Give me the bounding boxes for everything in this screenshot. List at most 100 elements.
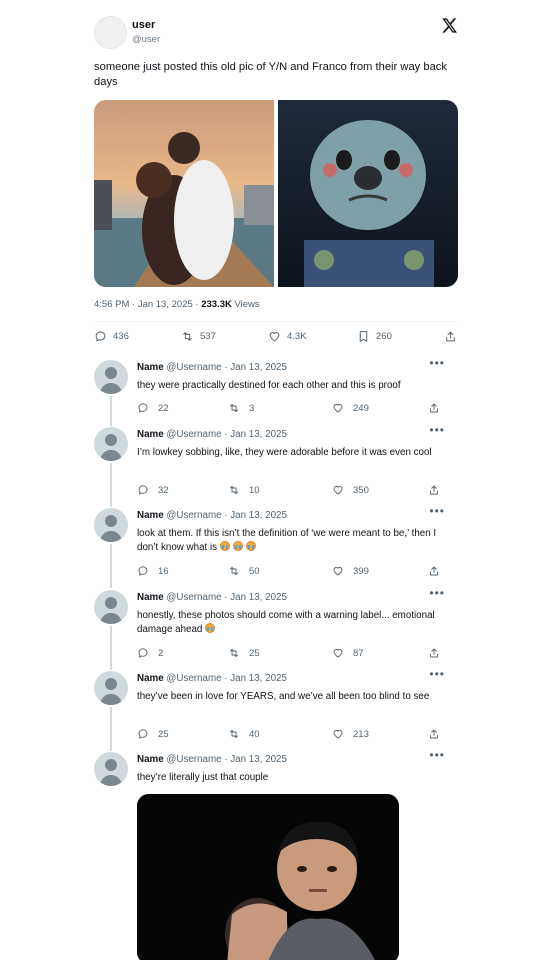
- more-icon[interactable]: •••: [429, 356, 445, 370]
- toy-photo[interactable]: [278, 100, 458, 287]
- reply-meta: @Username · Jan 13, 2025: [166, 429, 287, 440]
- like-button[interactable]: 4.3K: [268, 330, 307, 343]
- crying-face-emoji: [233, 541, 244, 551]
- reply-button[interactable]: 25: [137, 728, 169, 740]
- repost-icon: [230, 404, 238, 412]
- avatar[interactable]: [94, 752, 128, 786]
- reply-count: 436: [113, 331, 129, 342]
- reply-icon: [138, 729, 148, 739]
- repost-button[interactable]: 10: [228, 484, 260, 496]
- reply-actions: 32 10 350: [137, 484, 442, 498]
- reply-button[interactable]: 22: [137, 402, 169, 414]
- share-button[interactable]: [428, 565, 449, 577]
- bookmark-count: 260: [376, 331, 392, 342]
- more-icon[interactable]: •••: [429, 586, 445, 600]
- like-count: 87: [353, 647, 364, 659]
- repost-count: 25: [249, 647, 260, 659]
- reply-item[interactable]: Name @Username · Jan 13, 2025 ••• they’v…: [94, 667, 460, 751]
- more-icon[interactable]: •••: [429, 667, 445, 681]
- reply-text-wrap: honestly, these photos should come with …: [137, 609, 442, 637]
- post-timestamp[interactable]: 4:56 PM · Jan 13, 2025 ·: [94, 299, 201, 310]
- more-icon[interactable]: •••: [429, 748, 445, 762]
- reply-item[interactable]: Name @Username · Jan 13, 2025 ••• they’r…: [94, 748, 460, 792]
- reply-header: Name @Username · Jan 13, 2025: [137, 754, 287, 765]
- share-button[interactable]: [428, 647, 449, 659]
- author-name[interactable]: user: [132, 19, 155, 31]
- reply-text: they’ve been in love for YEARS, and we’v…: [137, 691, 430, 702]
- bookmark-button[interactable]: 260: [357, 330, 392, 343]
- post-meta: 4:56 PM · Jan 13, 2025 · 233.3K Views: [94, 299, 260, 310]
- like-button[interactable]: 87: [332, 647, 364, 659]
- share-icon: [430, 485, 438, 495]
- reply-text: look at them. If this isn’t the definiti…: [137, 528, 437, 553]
- reply-media[interactable]: [137, 794, 399, 960]
- reply-count: 32: [158, 484, 169, 496]
- repost-button[interactable]: 25: [228, 647, 260, 659]
- share-button[interactable]: [428, 484, 449, 496]
- reply-item[interactable]: Name @Username · Jan 13, 2025 ••• look a…: [94, 504, 460, 588]
- repost-button[interactable]: 50: [228, 565, 260, 577]
- thread-line: [110, 626, 112, 670]
- reply-name[interactable]: Name: [137, 362, 164, 373]
- repost-button[interactable]: 3: [228, 402, 254, 414]
- heart-icon: [333, 566, 343, 576]
- like-button[interactable]: 399: [332, 565, 369, 577]
- repost-count: 3: [249, 402, 255, 414]
- avatar[interactable]: [94, 590, 128, 624]
- avatar[interactable]: [94, 508, 128, 542]
- avatar[interactable]: [94, 360, 128, 394]
- like-button[interactable]: 350: [332, 484, 369, 496]
- repost-icon: [230, 486, 238, 494]
- avatar[interactable]: [94, 427, 128, 461]
- author-avatar[interactable]: [94, 16, 127, 49]
- reply-name[interactable]: Name: [137, 429, 164, 440]
- thread-line: [110, 396, 112, 426]
- reply-meta: @Username · Jan 13, 2025: [166, 362, 287, 373]
- views-label: Views: [231, 299, 260, 310]
- reply-button[interactable]: 2: [137, 647, 163, 659]
- repost-count: 50: [249, 565, 260, 577]
- reply-button[interactable]: 16: [137, 565, 169, 577]
- reply-actions: 16 50 399: [137, 565, 442, 579]
- reply-name[interactable]: Name: [137, 754, 164, 765]
- share-button[interactable]: [444, 330, 463, 343]
- like-count: 249: [353, 402, 369, 414]
- reply-header: Name @Username · Jan 13, 2025: [137, 673, 287, 684]
- repost-icon: [230, 567, 238, 575]
- reply-header: Name @Username · Jan 13, 2025: [137, 510, 287, 521]
- heart-icon: [333, 485, 343, 495]
- avatar[interactable]: [94, 671, 128, 705]
- reply-count: 16: [158, 565, 169, 577]
- reply-text: they’re literally just that couple: [137, 772, 269, 783]
- more-icon[interactable]: •••: [429, 504, 445, 518]
- share-button[interactable]: [428, 728, 449, 740]
- reply-header: Name @Username · Jan 13, 2025: [137, 592, 287, 603]
- reply-button[interactable]: 32: [137, 484, 169, 496]
- like-count: 4.3K: [287, 331, 307, 342]
- share-icon: [430, 566, 438, 576]
- heart-icon: [333, 729, 343, 739]
- reply-button[interactable]: 436: [94, 330, 129, 343]
- reply-name[interactable]: Name: [137, 673, 164, 684]
- like-button[interactable]: 249: [332, 402, 369, 414]
- post-media[interactable]: [94, 100, 458, 287]
- repost-icon: [230, 730, 238, 738]
- repost-button[interactable]: 40: [228, 728, 260, 740]
- reply-header: Name @Username · Jan 13, 2025: [137, 362, 287, 373]
- reply-icon: [138, 648, 148, 658]
- reply-actions: 25 40 213: [137, 728, 442, 742]
- author-handle[interactable]: @user: [132, 34, 160, 45]
- views-count: 233.3K: [201, 299, 232, 310]
- share-button[interactable]: [428, 402, 449, 414]
- more-icon[interactable]: •••: [429, 423, 445, 437]
- reply-item[interactable]: Name @Username · Jan 13, 2025 ••• they w…: [94, 356, 460, 430]
- reply-item[interactable]: Name @Username · Jan 13, 2025 ••• honest…: [94, 586, 460, 670]
- reply-name[interactable]: Name: [137, 510, 164, 521]
- like-button[interactable]: 213: [332, 728, 369, 740]
- heart-icon: [333, 648, 343, 658]
- reply-item[interactable]: Name @Username · Jan 13, 2025 ••• I’m lo…: [94, 423, 460, 507]
- repost-button[interactable]: 537: [181, 330, 216, 343]
- x-logo-icon[interactable]: [441, 17, 458, 34]
- couple-photo[interactable]: [94, 100, 274, 287]
- reply-name[interactable]: Name: [137, 592, 164, 603]
